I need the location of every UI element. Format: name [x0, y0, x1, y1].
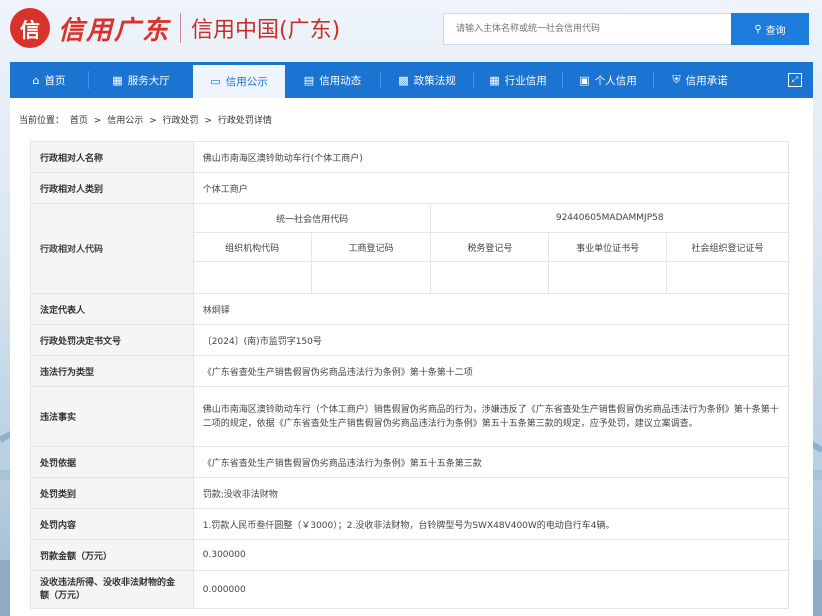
field-label: 处罚依据 — [30, 446, 194, 478]
site-header: 信 信用广东 信用中国(广东) ⚲ 查询 — [0, 0, 822, 60]
table-row: 处罚内容 1.罚款人民币叁仟圆整（￥3000）；2.没收非法财物，台铃牌型号为S… — [30, 508, 790, 540]
empty-cell — [666, 261, 789, 294]
field-label: 处罚类别 — [30, 477, 194, 509]
field-label: 行政处罚决定书文号 — [30, 324, 194, 356]
nav-item-personal-credit[interactable]: ▣ 个人信用 — [563, 62, 653, 98]
monitor-icon: ▭ — [210, 75, 221, 88]
breadcrumb-item-home[interactable]: 首页 — [70, 116, 88, 126]
logo-title: 信用广东 — [58, 15, 171, 46]
empty-cell — [310, 261, 432, 294]
nav-item-home[interactable]: ⌂ 首页 — [10, 62, 88, 98]
nav-item-label: 个人信用 — [594, 74, 637, 87]
nav-item-label: 服务大厅 — [127, 74, 170, 87]
field-value-facts: 佛山市南海区澳铃助动车行（个体工商户）销售假冒伪劣商品的行为，涉嫌违反了《广东省… — [192, 386, 790, 447]
nav-item-label: 政策法规 — [413, 74, 456, 87]
penalty-detail-table: 行政相对人名称 佛山市南海区澳铃助动车行(个体工商户) 行政相对人类别 个体工商… — [30, 141, 790, 609]
id-card-icon: ▣ — [579, 73, 590, 87]
table-row: 行政相对人类别 个体工商户 — [30, 172, 790, 204]
building-icon: ▦ — [489, 73, 500, 87]
field-value-fine: 0.300000 — [192, 539, 790, 571]
logo-emblem-icon: 信 — [10, 8, 50, 48]
field-label: 处罚内容 — [30, 508, 194, 540]
field-label: 行政相对人代码 — [30, 203, 194, 294]
sub-header-social-org: 社会组织登记证号 — [666, 232, 789, 262]
field-value-category: 罚款;没收非法财物 — [192, 477, 790, 509]
field-value-content: 1.罚款人民币叁仟圆整（￥3000）；2.没收非法财物，台铃牌型号为SWX48V… — [192, 508, 790, 540]
search-bar: ⚲ 查询 — [443, 13, 809, 45]
nav-item-industry-credit[interactable]: ▦ 行业信用 — [474, 62, 562, 98]
field-label: 行政相对人名称 — [30, 141, 194, 173]
sub-header-tax-reg: 税务登记号 — [430, 232, 550, 262]
field-label: 法定代表人 — [30, 293, 194, 325]
table-row: 行政处罚决定书文号 〔2024〕(南)市监罚字150号 — [30, 324, 790, 356]
nav-item-label: 信用承诺 — [685, 74, 728, 87]
nav-expand-button[interactable]: ⤢ — [777, 62, 813, 98]
empty-cell — [192, 261, 312, 294]
expand-icon: ⤢ — [788, 73, 802, 87]
nav-item-label: 信用公示 — [225, 76, 268, 88]
field-value-doc-no: 〔2024〕(南)市监罚字150号 — [192, 324, 790, 356]
field-value-basis: 《广东省查处生产销售假冒伪劣商品违法行为条例》第五十五条第三款 — [192, 446, 790, 478]
breadcrumb-separator: > — [149, 116, 157, 126]
breadcrumb-item-current: 行政处罚详情 — [217, 116, 272, 126]
breadcrumb-separator: > — [93, 116, 102, 126]
empty-cell — [548, 261, 668, 294]
logo-divider — [180, 13, 182, 43]
nav-item-policies[interactable]: ▩ 政策法规 — [381, 62, 473, 98]
table-row: 行政相对人代码 统一社会信用代码 92440605MADAMMJP58 — [30, 203, 789, 294]
field-label: 违法行为类型 — [30, 355, 194, 387]
nav-item-credit-news[interactable]: ▤ 信用动态 — [285, 62, 380, 98]
sub-header-usc: 统一社会信用代码 — [192, 203, 432, 233]
sub-header-biz-reg: 工商登记码 — [310, 232, 432, 262]
search-button-label: 查询 — [765, 25, 786, 37]
nav-item-label: 信用动态 — [319, 74, 362, 87]
table-row: 处罚类别 罚款;没收非法财物 — [30, 477, 790, 509]
field-value-violation-type: 《广东省查处生产销售假冒伪劣商品违法行为条例》第十条第十二项 — [192, 355, 790, 387]
grid-icon: ▦ — [112, 73, 123, 87]
table-row: 没收违法所得、没收非法财物的金额（万元） 0.000000 — [30, 570, 790, 609]
shield-icon: ⛨ — [672, 73, 681, 86]
sub-header-inst-cert: 事业单位证书号 — [548, 232, 668, 262]
field-label: 罚款金额（万元） — [30, 539, 194, 571]
table-row: 行政相对人名称 佛山市南海区澳铃助动车行(个体工商户) — [30, 141, 790, 173]
nav-item-label: 行业信用 — [504, 74, 547, 87]
nav-item-credit-commitment[interactable]: ⛨ 信用承诺 — [654, 62, 746, 98]
logo-subtitle: 信用中国(广东) — [191, 18, 341, 43]
field-value-name: 佛山市南海区澳铃助动车行(个体工商户) — [192, 141, 790, 173]
table-row: 法定代表人 林炯铎 — [30, 293, 790, 325]
field-label: 没收违法所得、没收非法财物的金额（万元） — [30, 570, 194, 609]
bookmark-icon: ▩ — [398, 73, 409, 87]
field-label: 违法事实 — [30, 386, 194, 447]
table-row: 违法事实 佛山市南海区澳铃助动车行（个体工商户）销售假冒伪劣商品的行为，涉嫌违反… — [30, 386, 790, 447]
field-value-rep: 林炯铎 — [192, 293, 790, 325]
site-logo[interactable]: 信 信用广东 信用中国(广东) — [10, 6, 340, 50]
breadcrumb-item-credit-publicity[interactable]: 信用公示 — [107, 116, 143, 126]
field-value-usc: 92440605MADAMMJP58 — [430, 203, 789, 233]
nav-item-credit-publicity[interactable]: ▭ 信用公示 — [193, 62, 285, 98]
nav-item-service-hall[interactable]: ▦ 服务大厅 — [89, 62, 193, 98]
search-icon: ⚲ — [754, 23, 762, 35]
breadcrumb-item-admin-penalty[interactable]: 行政处罚 — [163, 116, 199, 126]
breadcrumb-separator: > — [204, 116, 212, 126]
home-icon: ⌂ — [32, 73, 40, 87]
field-value-confiscation: 0.000000 — [192, 570, 790, 609]
document-icon: ▤ — [303, 73, 315, 87]
main-nav: ⌂ 首页 ▦ 服务大厅 ▭ 信用公示 ▤ 信用动态 ▩ 政策法规 ▦ 行业信用 … — [10, 62, 813, 98]
table-row: 处罚依据 《广东省查处生产销售假冒伪劣商品违法行为条例》第五十五条第三款 — [30, 446, 790, 478]
table-row: 罚款金额（万元） 0.300000 — [30, 539, 790, 571]
nav-item-label: 首页 — [44, 74, 66, 87]
search-button[interactable]: ⚲ 查询 — [731, 13, 809, 45]
table-row: 违法行为类型 《广东省查处生产销售假冒伪劣商品违法行为条例》第十条第十二项 — [30, 355, 790, 387]
field-value-type: 个体工商户 — [192, 172, 790, 204]
empty-cell — [430, 261, 550, 294]
breadcrumb: 当前位置： 首页 > 信用公示 > 行政处罚 > 行政处罚详情 — [19, 113, 275, 126]
field-label: 行政相对人类别 — [30, 172, 194, 204]
sub-header-org-code: 组织机构代码 — [192, 232, 312, 262]
breadcrumb-prefix: 当前位置： — [19, 116, 65, 126]
search-input[interactable] — [443, 13, 731, 45]
